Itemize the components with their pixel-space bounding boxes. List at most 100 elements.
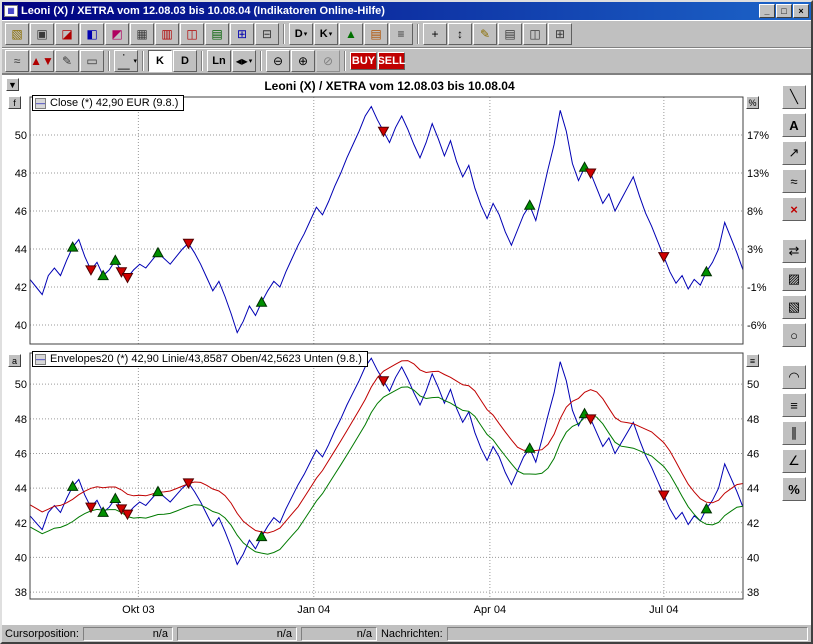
gann-fan-tool-icon[interactable]: ∠ bbox=[782, 449, 806, 473]
y-axis-label-right: 46 bbox=[747, 448, 759, 460]
buy-button[interactable]: BUY bbox=[350, 52, 377, 70]
legend-line-icon: — bbox=[35, 98, 46, 109]
drawing-toolbar: ╲ A ↗ ≈ × ⇄ ▨ ▧ ○ ◠ ≡ ∥ ∠% bbox=[779, 85, 809, 501]
crosshair-tool-icon[interactable]: + bbox=[423, 23, 447, 45]
copy-chart-icon[interactable]: ▣ bbox=[30, 23, 54, 45]
toolbar-separator bbox=[344, 51, 346, 71]
delete-drawing-tool-icon[interactable]: × bbox=[782, 197, 806, 221]
chart-analysis-icon[interactable]: ◩ bbox=[105, 23, 129, 45]
menu-button-bottom-right[interactable]: ≡ bbox=[746, 354, 759, 367]
candle-toggle[interactable]: K bbox=[148, 50, 172, 72]
dropdown-arrow-icon: ▾ bbox=[329, 30, 333, 38]
zoom-in-icon[interactable]: ⊕ bbox=[291, 50, 315, 72]
toolbar-separator bbox=[417, 24, 419, 44]
scale-button-bottom-left[interactable]: a bbox=[8, 354, 21, 367]
frame-icon[interactable]: ▭ bbox=[80, 50, 104, 72]
y-axis-label-right: -1% bbox=[747, 282, 767, 294]
scale-tool-icon[interactable]: ↕ bbox=[448, 23, 472, 45]
toolbar-separator bbox=[283, 24, 285, 44]
fibonacci-tool-icon[interactable]: ≡ bbox=[782, 393, 806, 417]
watchlist-icon[interactable]: ≡ bbox=[389, 23, 413, 45]
close-button[interactable]: × bbox=[793, 4, 809, 18]
y-axis-label-left: 44 bbox=[15, 244, 27, 256]
dropdown-arrow-icon: ▾ bbox=[304, 30, 308, 38]
dropdown-arrow-icon: ▾ bbox=[249, 57, 253, 65]
toolbar-separator bbox=[142, 51, 144, 71]
y-axis-label-right: 48 bbox=[747, 414, 759, 426]
arc-tool-icon[interactable]: ◠ bbox=[782, 365, 806, 389]
envelopes-chart[interactable]: 5050484846464444424240403838Okt 03Jan 04… bbox=[2, 349, 780, 624]
panel-collapse-button[interactable]: ▼ bbox=[6, 78, 19, 91]
arrow-marker-tool-icon[interactable]: ↗ bbox=[782, 141, 806, 165]
notes-page-icon[interactable]: ▤ bbox=[498, 23, 522, 45]
news-field bbox=[447, 627, 808, 641]
parallel-channel-tool-icon[interactable]: ▨ bbox=[782, 267, 806, 291]
app-window: ▦ Leoni (X) / XETRA vom 12.08.03 bis 10.… bbox=[0, 0, 813, 644]
move-drawing-tool-icon[interactable]: ⇄ bbox=[782, 239, 806, 263]
y-axis-label-right: 13% bbox=[747, 168, 769, 180]
circle-tool-icon[interactable]: ○ bbox=[782, 323, 806, 347]
regression-tool-icon[interactable]: ▧ bbox=[782, 295, 806, 319]
vertical-lines-tool-icon[interactable]: ∥ bbox=[782, 421, 806, 445]
cursor-value-field: n/a bbox=[301, 627, 377, 641]
envelopes-legend-text: Envelopes20 (*) 42,90 Linie/43,8587 Oben… bbox=[50, 353, 362, 365]
cursor-x-field: n/a bbox=[83, 627, 173, 641]
window-layout-icon[interactable]: ◫ bbox=[523, 23, 547, 45]
y-axis-label-left: 48 bbox=[15, 414, 27, 426]
close-legend[interactable]: — Close (*) 42,90 EUR (9.8.) bbox=[32, 95, 184, 111]
y-axis-label-left: 46 bbox=[15, 448, 27, 460]
up-down-signals-icon[interactable]: ▲▼ bbox=[30, 50, 54, 72]
multi-window-icon[interactable]: ⊞ bbox=[230, 23, 254, 45]
y-axis-label-left: 42 bbox=[15, 282, 27, 294]
y-axis-label-left: 40 bbox=[15, 552, 27, 564]
line-style-dropdown[interactable]: · —▾ bbox=[114, 50, 138, 72]
indicator-d-dropdown[interactable]: D▾ bbox=[289, 23, 313, 45]
wave-tool-icon[interactable]: ≈ bbox=[782, 169, 806, 193]
y-axis-label-left: 40 bbox=[15, 320, 27, 332]
zoom-out-icon[interactable]: ⊖ bbox=[266, 50, 290, 72]
maximize-button[interactable]: □ bbox=[776, 4, 792, 18]
percent-scale-button[interactable]: % bbox=[746, 96, 759, 109]
zoom-reset-icon[interactable]: ⊘ bbox=[316, 50, 340, 72]
trade-signals-icon[interactable]: ▲ bbox=[339, 23, 363, 45]
y-axis-label-right: 17% bbox=[747, 130, 769, 142]
new-chart-icon[interactable]: ▧ bbox=[5, 23, 29, 45]
text-tool-icon[interactable]: A bbox=[782, 113, 806, 137]
x-axis-label: Okt 03 bbox=[122, 604, 154, 616]
sell-button[interactable]: SELL bbox=[378, 52, 405, 70]
scroll-mode-dropdown[interactable]: ◂▸▾ bbox=[232, 50, 256, 72]
pencil-tool-icon[interactable]: ✎ bbox=[473, 23, 497, 45]
y-axis-label-right: 8% bbox=[747, 206, 763, 218]
y-axis-label-left: 48 bbox=[15, 168, 27, 180]
mountain-chart-icon[interactable]: ≈ bbox=[5, 50, 29, 72]
y-axis-label-left: 42 bbox=[15, 518, 27, 530]
minimize-button[interactable]: _ bbox=[759, 4, 775, 18]
envelopes-legend[interactable]: — Envelopes20 (*) 42,90 Linie/43,8587 Ob… bbox=[32, 351, 368, 367]
y-axis-label-right: 40 bbox=[747, 552, 759, 564]
detail-toggle[interactable]: D bbox=[173, 50, 197, 72]
trendline-tool-icon[interactable]: ╲ bbox=[782, 85, 806, 109]
page-setup-icon[interactable]: ⊟ bbox=[255, 23, 279, 45]
line-chart-icon[interactable]: ◫ bbox=[180, 23, 204, 45]
tile-windows-icon[interactable]: ⊞ bbox=[548, 23, 572, 45]
brush-icon[interactable]: ✎ bbox=[55, 50, 79, 72]
y-axis-label-right: 50 bbox=[747, 379, 759, 391]
portfolio-icon[interactable]: ◧ bbox=[80, 23, 104, 45]
cursor-date-field: n/a bbox=[177, 627, 297, 641]
data-table-icon[interactable]: ▦ bbox=[130, 23, 154, 45]
quote-page-icon[interactable]: ◪ bbox=[55, 23, 79, 45]
chart-toolbar: ≈▲▼✎▭ · —▾ KD Ln◂▸▾ ⊖⊕⊘ BUYSELL bbox=[2, 48, 811, 74]
scale-button-top-left[interactable]: f bbox=[8, 96, 21, 109]
y-axis-label-left: 46 bbox=[15, 206, 27, 218]
legend-line-icon: — bbox=[35, 354, 46, 365]
quote-list-icon[interactable]: ▤ bbox=[205, 23, 229, 45]
ranking-list-icon[interactable]: ▤ bbox=[364, 23, 388, 45]
percent-retracement-tool-icon[interactable]: % bbox=[782, 477, 806, 501]
chart-area: Leoni (X) / XETRA vom 12.08.03 bis 10.08… bbox=[2, 74, 811, 624]
bar-chart-icon[interactable]: ▥ bbox=[155, 23, 179, 45]
log-scale-toggle[interactable]: Ln bbox=[207, 50, 231, 72]
price-chart[interactable]: 5017%4813%468%443%42-1%40-6% bbox=[2, 91, 780, 349]
titlebar: ▦ Leoni (X) / XETRA vom 12.08.03 bis 10.… bbox=[2, 2, 811, 20]
y-axis-label-left: 44 bbox=[15, 483, 27, 495]
indicator-k-dropdown[interactable]: K▾ bbox=[314, 23, 338, 45]
